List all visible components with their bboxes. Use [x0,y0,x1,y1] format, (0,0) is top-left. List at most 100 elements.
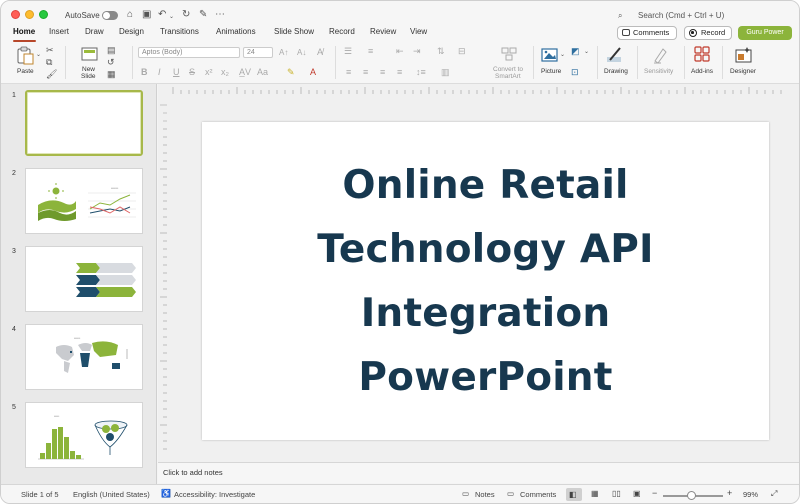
autosave-toggle[interactable] [102,11,118,20]
smartart-icon[interactable] [500,46,518,62]
section-icon[interactable]: ▦ [107,70,116,79]
close-window-button[interactable] [11,10,20,19]
font-color-icon[interactable]: A [310,68,316,77]
paste-dropdown-icon[interactable]: ⌄ [36,51,41,60]
slide-thumbnail-2[interactable]: ••••••• [25,168,143,234]
normal-view-icon: ◧ [569,490,577,499]
tab-transitions[interactable]: Transitions [160,27,199,36]
shapes-icon[interactable]: ◩ [571,47,580,56]
justify-icon[interactable]: ≡ [397,68,402,77]
zoom-window-button[interactable] [39,10,48,19]
comments-button[interactable]: Comments [617,26,677,40]
change-case-icon[interactable]: Aa [257,68,268,77]
slideshow-icon[interactable]: ▣ [633,489,641,498]
new-slide-icon[interactable] [80,46,100,64]
fit-to-window-icon[interactable]: ⤢ [771,489,777,499]
picture-dropdown-icon[interactable]: ⌄ [560,51,565,60]
tab-design[interactable]: Design [119,27,144,36]
subscript-icon[interactable]: x₂ [221,68,229,77]
shapes-dropdown-icon[interactable]: ⌄ [584,48,589,57]
more-icon[interactable]: ⋯ [215,10,225,20]
align-center-icon[interactable]: ≡ [363,68,368,77]
reset-slide-icon[interactable]: ↺ [107,58,115,67]
tab-record[interactable]: Record [329,27,355,36]
font-size-select[interactable]: 24 [243,47,273,58]
guru-power-button[interactable]: Guru Power [738,26,792,40]
tab-home[interactable]: Home [13,27,35,36]
zoom-slider-thumb[interactable] [687,491,696,500]
minimize-window-button[interactable] [25,10,34,19]
add-ins-icon[interactable] [694,46,712,64]
copy-icon[interactable]: ⧉ [46,58,52,67]
tab-review[interactable]: Review [370,27,396,36]
zoom-out-icon[interactable]: − [652,488,657,498]
notes-pane[interactable]: Click to add notes [158,462,799,483]
cut-icon[interactable]: ✂ [46,46,54,55]
underline-icon[interactable]: U [173,68,180,77]
search-icon[interactable]: ⌕ [618,11,622,21]
accessibility-icon[interactable]: ♿ [161,489,171,498]
accessibility-status[interactable]: Accessibility: Investigate [174,490,255,499]
undo-icon[interactable]: ↶ [158,10,166,20]
home-icon[interactable]: ⌂ [127,10,133,20]
paste-icon[interactable] [15,45,35,65]
notes-toggle[interactable]: Notes [475,490,495,499]
language-status[interactable]: English (United States) [73,490,150,499]
tab-draw[interactable]: Draw [85,27,104,36]
columns-icon[interactable]: ▥ [441,68,450,77]
superscript-icon[interactable]: x² [205,68,213,77]
increase-font-icon[interactable]: A↑ [279,48,288,57]
bold-icon[interactable]: B [141,68,148,77]
numbering-icon[interactable]: ≡ [368,47,373,56]
search-input[interactable]: Search (Cmd + Ctrl + U) [638,11,724,20]
slide-title-line-1: Online Retail [342,163,629,208]
clear-formatting-icon[interactable]: A̸ [317,48,323,57]
save-icon[interactable]: ▣ [142,10,151,20]
strikethrough-icon[interactable]: S [189,68,195,77]
decrease-font-icon[interactable]: A↓ [297,48,306,57]
comments-status-icon[interactable]: ▭ [507,489,514,498]
character-spacing-icon[interactable]: A̲V [239,68,251,77]
line-spacing-icon[interactable]: ↕≡ [416,68,426,77]
text-direction-icon[interactable]: ⇅ [437,47,445,56]
highlight-icon[interactable]: ✎ [287,68,295,77]
sensitivity-icon[interactable] [651,45,669,65]
align-text-icon[interactable]: ⊟ [458,47,466,56]
notes-icon[interactable]: ▭ [462,489,469,498]
align-right-icon[interactable]: ≡ [380,68,385,77]
slide-thumbnail-5[interactable]: ••••• [25,402,143,468]
tab-view[interactable]: View [410,27,427,36]
redo-icon[interactable]: ↻ [182,10,190,20]
format-painter-icon[interactable]: ✎ [199,10,207,20]
tab-animations[interactable]: Animations [216,27,256,36]
bullets-icon[interactable]: ☰ [344,47,352,56]
new-slide-label-1: New [82,66,96,73]
font-name-select[interactable]: Aptos (Body) [138,47,240,58]
record-button[interactable]: Record [684,26,732,40]
slide-thumbnail-1[interactable] [25,90,143,156]
designer-icon[interactable] [734,45,754,65]
drawing-icon[interactable] [605,45,625,65]
italic-icon[interactable]: I [158,68,161,77]
svg-text:•••••••: ••••••• [111,186,118,190]
tab-insert[interactable]: Insert [49,27,69,36]
zoom-level[interactable]: 99% [743,490,758,499]
reading-view-icon[interactable]: ▯▯ [612,489,621,498]
decrease-indent-icon[interactable]: ⇤ [396,47,404,56]
increase-indent-icon[interactable]: ⇥ [413,47,421,56]
textbox-icon[interactable]: ⊡ [571,68,579,77]
current-slide[interactable]: Online Retail Technology API Integration… [202,122,769,440]
format-painter-ribbon-icon[interactable]: 🖌 [46,70,57,79]
undo-dropdown-icon[interactable]: ⌄ [169,12,174,22]
comments-toggle[interactable]: Comments [520,490,556,499]
thumbnail-number: 3 [12,248,16,255]
picture-icon[interactable] [541,46,559,64]
slide-thumbnail-3[interactable] [25,246,143,312]
slide-title[interactable]: Online Retail Technology API Integration… [202,154,769,410]
tab-slide-show[interactable]: Slide Show [274,27,314,36]
slide-thumbnail-4[interactable]: •••••• [25,324,143,390]
zoom-in-icon[interactable]: + [727,488,732,498]
align-left-icon[interactable]: ≡ [346,68,351,77]
layout-icon[interactable]: ▤ [107,46,116,55]
slide-sorter-icon[interactable]: ▦ [591,489,599,498]
